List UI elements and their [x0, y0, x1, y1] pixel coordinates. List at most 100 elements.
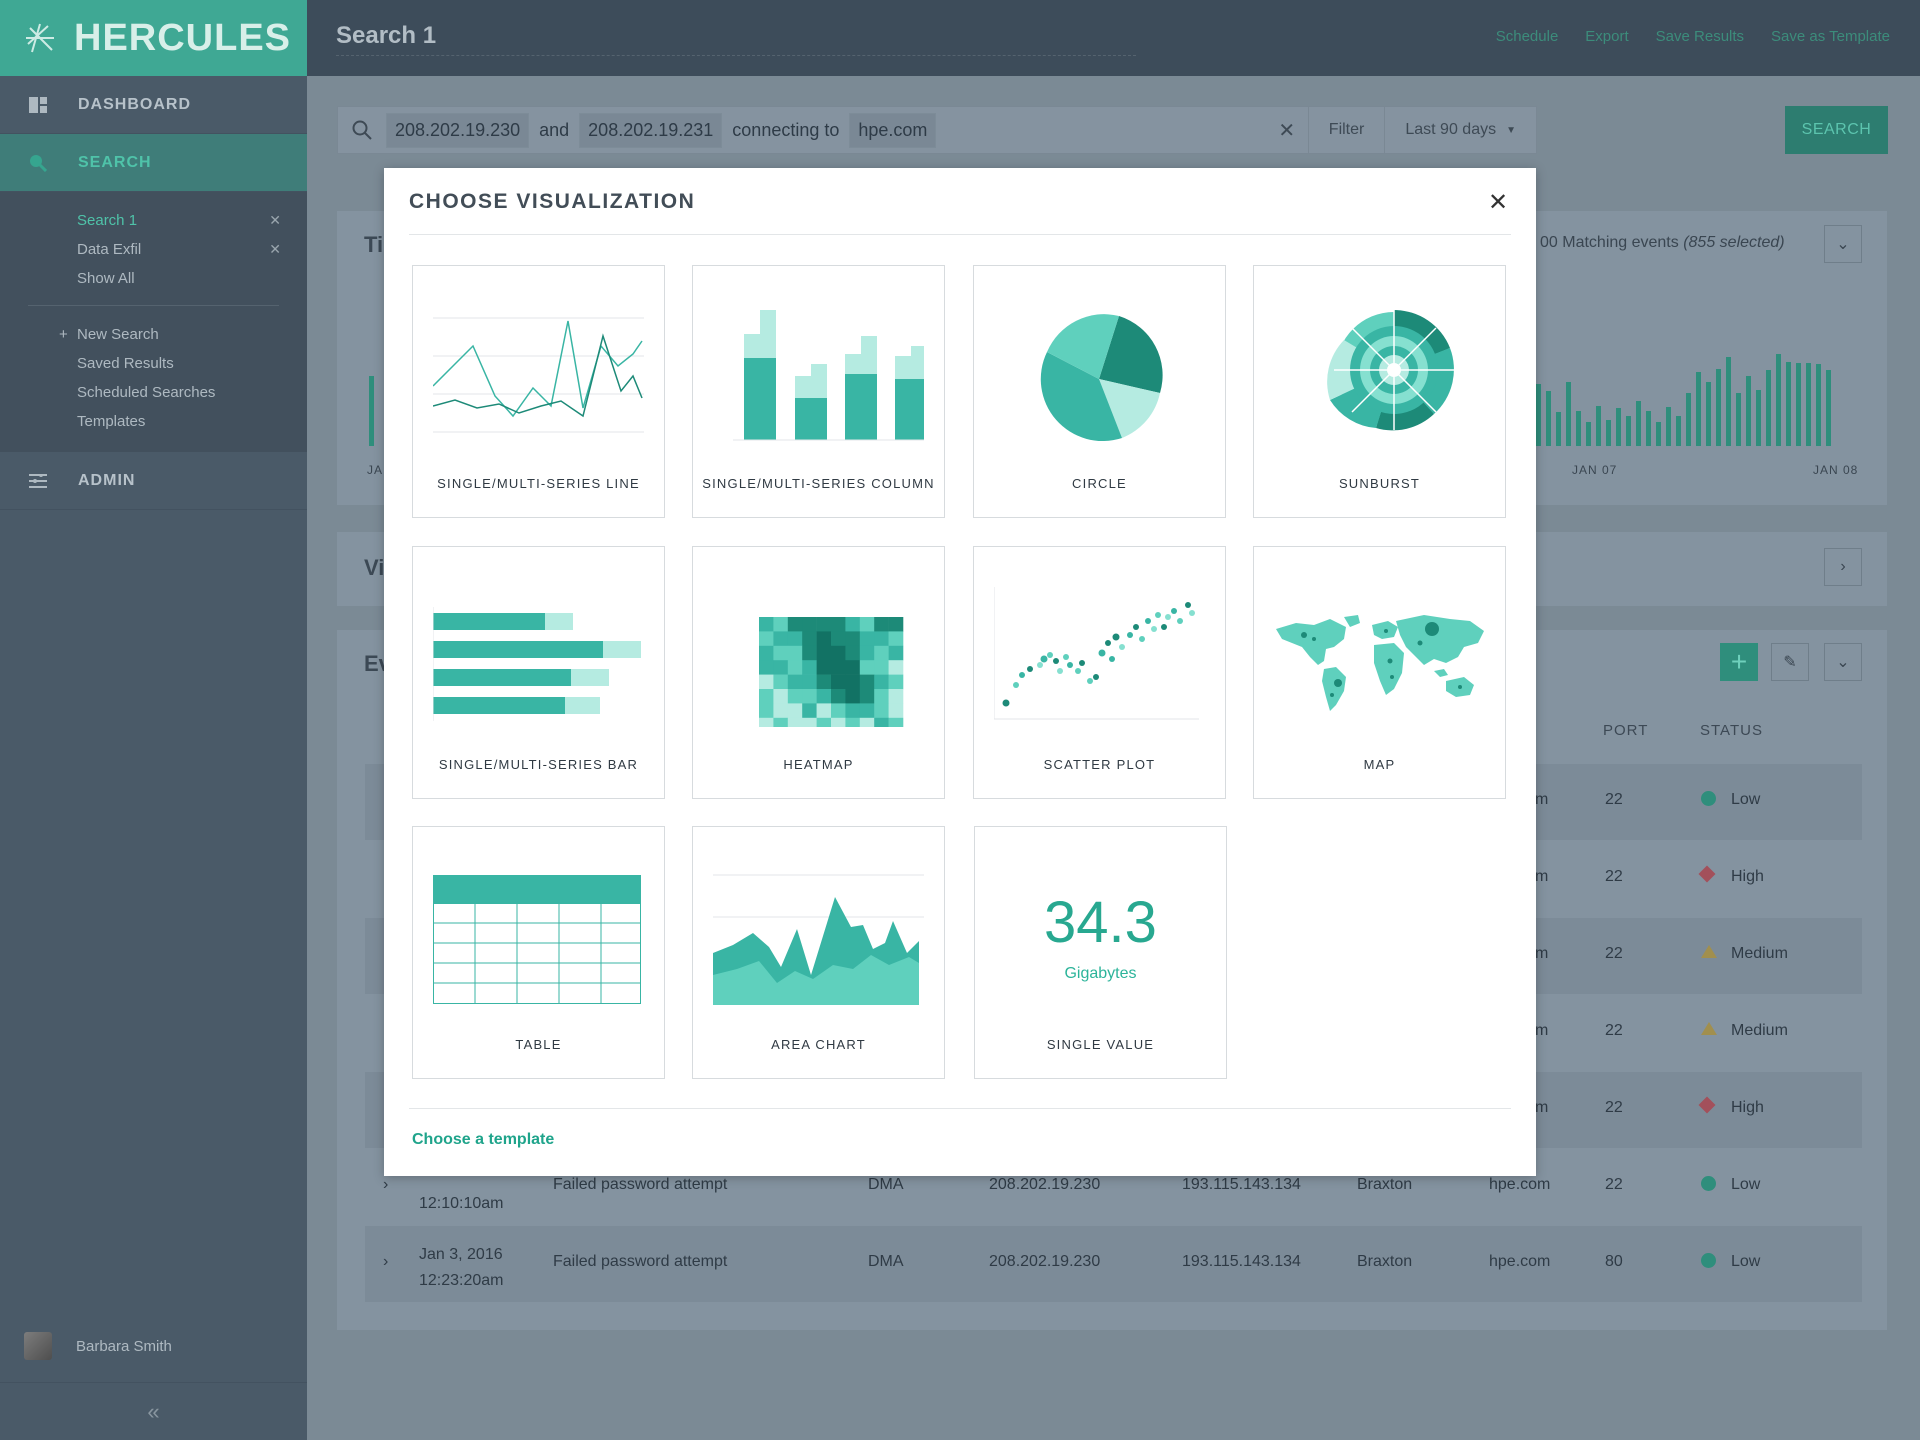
new-search-link[interactable]: + New Search	[0, 320, 307, 349]
divider	[409, 234, 1511, 235]
heatmap-cell	[759, 703, 774, 719]
timeline-bar	[1636, 401, 1641, 446]
timeline-toggle-button[interactable]: ⌄	[1824, 225, 1862, 263]
heatmap-cell	[874, 703, 889, 719]
status-badge: Low	[1731, 791, 1761, 808]
export-link[interactable]: Export	[1585, 28, 1628, 45]
matching-events: 00 Matching events (855 selected)	[1540, 234, 1785, 252]
date-range-value: Last 90 days	[1405, 121, 1497, 138]
search-token[interactable]: 208.202.19.231	[579, 112, 723, 148]
scatter-point	[1145, 618, 1151, 624]
viz-option-sunburst[interactable]: SUNBURST	[1253, 265, 1506, 518]
event-port: 80	[1605, 1253, 1623, 1270]
timeline-bar	[1796, 363, 1801, 446]
filter-button[interactable]: Filter	[1307, 107, 1385, 153]
timeline-bar	[1676, 416, 1681, 446]
close-icon[interactable]: ✕	[1486, 188, 1510, 217]
nav-admin[interactable]: ADMIN	[0, 452, 307, 510]
status-low-icon	[1701, 1253, 1716, 1268]
viz-option-label: SINGLE/MULTI-SERIES LINE	[437, 476, 640, 491]
timeline-bar	[1696, 372, 1701, 446]
source-ip: 208.202.19.230	[989, 1176, 1101, 1193]
heatmap-cell	[888, 645, 904, 661]
add-column-button[interactable]: +	[1720, 643, 1758, 681]
events-toggle-button[interactable]: ⌄	[1824, 643, 1862, 681]
event-port: 22	[1605, 1176, 1623, 1193]
close-icon[interactable]: ✕	[269, 212, 281, 229]
heatmap-cell	[787, 689, 803, 704]
heatmap-cell	[831, 617, 846, 632]
heatmap-cell	[874, 674, 889, 690]
viz-option-line[interactable]: SINGLE/MULTI-SERIES LINE	[412, 265, 665, 518]
table-row[interactable]: › Jan 3, 2016 12:23:20am Failed password at…	[365, 1226, 1862, 1302]
user-profile[interactable]: Barbara Smith	[24, 1332, 172, 1360]
timeline-bar	[1756, 390, 1761, 446]
viz-option-heatmap[interactable]: HEATMAP	[692, 546, 945, 799]
choose-template-link[interactable]: Choose a template	[412, 1131, 554, 1149]
viz-option-column[interactable]: SINGLE/MULTI-SERIES COLUMN	[692, 265, 945, 518]
new-search-label: New Search	[77, 326, 159, 343]
timeline-bar	[1726, 357, 1731, 446]
viz-option-scatter[interactable]: SCATTER PLOT	[973, 546, 1226, 799]
viz-option-bar[interactable]: SINGLE/MULTI-SERIES BAR	[412, 546, 665, 799]
viz-option-label: SINGLE VALUE	[1046, 1037, 1155, 1052]
heatmap-cell	[773, 660, 789, 675]
nav-search-label: SEARCH	[78, 153, 152, 171]
heatmap-cell	[845, 617, 861, 632]
heatmap-cell	[802, 617, 817, 632]
status-badge: Low	[1731, 1176, 1761, 1193]
search-bar[interactable]: 208.202.19.230 and 208.202.19.231 connec…	[337, 106, 1537, 154]
search-button[interactable]: SEARCH	[1785, 106, 1888, 154]
scheduled-searches-link[interactable]: Scheduled Searches	[0, 378, 307, 407]
viz-option-map[interactable]: MAP	[1253, 546, 1506, 799]
column-header-status[interactable]: STATUS	[1700, 722, 1763, 739]
heatmap-cell	[845, 689, 861, 704]
event-date: Jan 3, 2016	[419, 1246, 503, 1263]
settings-button[interactable]: ✎	[1771, 643, 1809, 681]
date-range-select[interactable]: Last 90 days ▼	[1384, 107, 1536, 153]
saved-results-link[interactable]: Saved Results	[0, 349, 307, 378]
heatmap-cell	[831, 674, 846, 690]
event-user: Braxton	[1357, 1176, 1413, 1193]
viz-option-area[interactable]: AREA CHART	[692, 826, 945, 1079]
save-as-template-link[interactable]: Save as Template	[1771, 28, 1890, 45]
saved-search-item[interactable]: Data Exfil ✕	[0, 235, 307, 264]
scatter-point	[1067, 662, 1073, 668]
viz-option-single-value[interactable]: 34.3 Gigabytes SINGLE VALUE	[974, 826, 1227, 1079]
heatmap-cell	[787, 703, 803, 719]
title-underline	[336, 55, 1136, 56]
collapse-sidebar-icon[interactable]: «	[0, 1382, 307, 1440]
page-title[interactable]: Search 1	[336, 22, 436, 50]
logo-bar[interactable]: HERCULES	[0, 0, 307, 76]
expand-visualizations-button[interactable]: ›	[1824, 548, 1862, 586]
heatmap-cell	[831, 660, 846, 675]
heatmap-cell	[888, 660, 904, 675]
modal-title: CHOOSE VISUALIZATION	[409, 190, 696, 213]
nav-search[interactable]: SEARCH	[0, 134, 307, 192]
schedule-link[interactable]: Schedule	[1496, 28, 1559, 45]
heatmap-cell	[874, 717, 889, 727]
nav-dashboard[interactable]: DASHBOARD	[0, 76, 307, 134]
event-name: Failed password attempt	[553, 1176, 728, 1193]
column-header-port[interactable]: PORT	[1603, 722, 1648, 739]
templates-link[interactable]: Templates	[0, 407, 307, 436]
close-icon[interactable]: ✕	[269, 241, 281, 258]
save-results-link[interactable]: Save Results	[1656, 28, 1744, 45]
search-token[interactable]: hpe.com	[849, 112, 937, 148]
heatmap-cell	[845, 660, 861, 675]
search-item-label: Data Exfil	[77, 241, 142, 258]
heatmap-cell	[859, 617, 875, 632]
search-token[interactable]: 208.202.19.230	[386, 112, 530, 148]
avatar	[24, 1332, 52, 1360]
timeline-bar	[1786, 362, 1791, 446]
viz-option-table[interactable]: TABLE	[412, 826, 665, 1079]
scatter-point	[1098, 649, 1106, 657]
saved-search-item[interactable]: Search 1 ✕	[0, 206, 307, 235]
viz-option-circle[interactable]: CIRCLE	[973, 265, 1226, 518]
timeline-bar	[1686, 393, 1691, 446]
status-badge: Medium	[1731, 945, 1788, 962]
clear-search-icon[interactable]: ✕	[1266, 118, 1308, 143]
event-domain: m	[1535, 868, 1549, 885]
show-all-link[interactable]: Show All	[0, 264, 307, 293]
timeline-bar	[1656, 422, 1661, 446]
